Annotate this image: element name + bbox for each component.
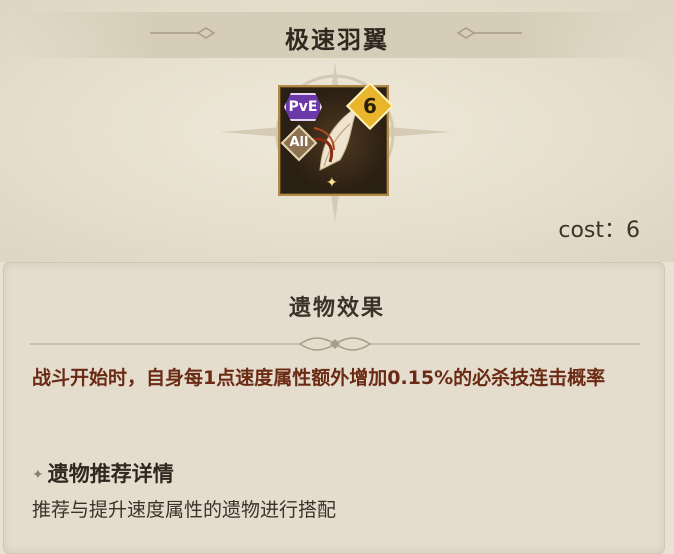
recommendation-description: 推荐与提升速度属性的遗物进行搭配 bbox=[32, 499, 337, 521]
pve-badge: PvE bbox=[284, 93, 322, 121]
rank-number: 6 bbox=[363, 94, 377, 118]
title-left-ornament-icon bbox=[150, 27, 216, 39]
effect-panel-title: 遗物效果 bbox=[288, 296, 385, 321]
sparkle-icon: ✦ bbox=[326, 175, 338, 191]
diamond-bullet-icon: ✦ bbox=[32, 467, 44, 483]
recommendation-heading-label: 遗物推荐详情 bbox=[47, 462, 174, 486]
relic-title: 极速羽翼 bbox=[285, 26, 389, 54]
relic-cost: cost：6 bbox=[558, 218, 640, 243]
title-banner: 极速羽翼 bbox=[12, 12, 662, 58]
ornamental-divider-icon bbox=[30, 337, 640, 351]
title-right-ornament-icon bbox=[456, 27, 522, 39]
effect-description: 战斗开始时，自身每1点速度属性额外增加0.15%的必杀技连击概率 bbox=[32, 367, 606, 389]
all-scope-label: All bbox=[289, 135, 309, 150]
recommendation-heading: ✦ 遗物推荐详情 bbox=[32, 458, 174, 488]
